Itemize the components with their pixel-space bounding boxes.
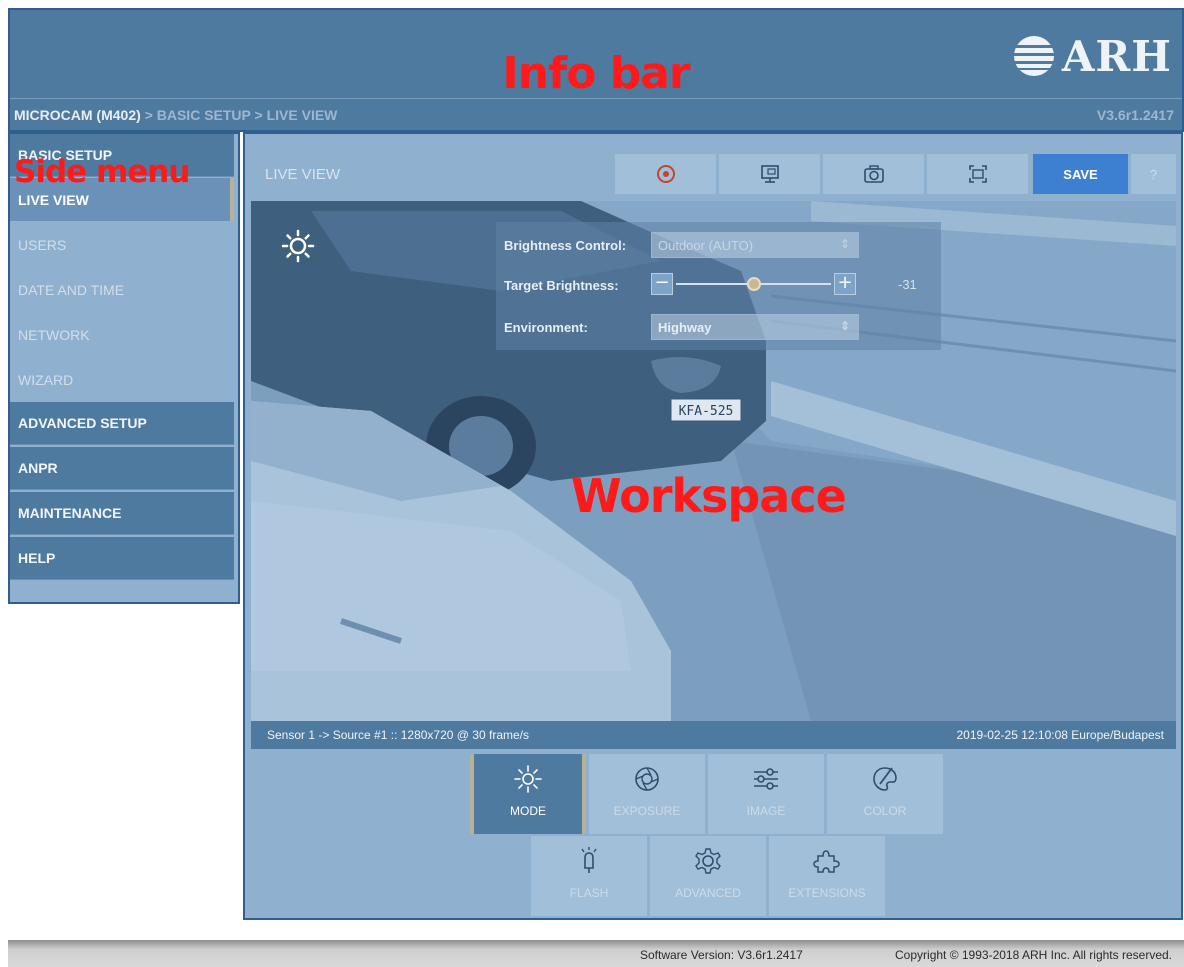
puzzle-icon	[813, 850, 840, 873]
copyright: Copyright © 1993-2018 ARH Inc. All right…	[895, 948, 1172, 962]
info-bar-divider	[10, 98, 1182, 99]
record-button[interactable]	[614, 154, 716, 194]
brightness-control-label: Brightness Control:	[504, 238, 627, 253]
breadcrumb-section[interactable]: BASIC SETUP	[157, 107, 251, 123]
target-brightness-value: -31	[898, 277, 917, 292]
sidebar-item-users[interactable]: USERS	[10, 223, 234, 266]
mode-button-label: MODE	[510, 804, 546, 818]
brightness-control-icon[interactable]	[281, 229, 315, 263]
display-button[interactable]	[718, 154, 820, 194]
display-icon	[760, 165, 779, 183]
advanced-button-label: ADVANCED	[675, 886, 741, 900]
stream-info: Sensor 1 -> Source #1 :: 1280x720 @ 30 f…	[267, 728, 529, 742]
logo: ARH	[1011, 28, 1172, 84]
image-button-label: IMAGE	[746, 804, 786, 818]
save-button[interactable]: SAVE	[1032, 154, 1128, 194]
flash-button-label: FLASH	[569, 886, 609, 900]
environment-select[interactable]: Highway ⇕	[651, 314, 859, 340]
software-version: Software Version: V3.6r1.2417	[640, 948, 803, 962]
sidebar-item-wizard[interactable]: WIZARD	[10, 358, 234, 401]
version-label: V3.6r1.2417	[1096, 107, 1174, 123]
color-button[interactable]: COLOR	[827, 754, 943, 834]
brightness-increase-button[interactable]: +	[834, 273, 856, 295]
sidebar-item-network[interactable]: NETWORK	[10, 313, 234, 356]
brightness-control-value: Outdoor (AUTO)	[658, 237, 754, 253]
fullscreen-icon	[968, 165, 987, 183]
flash-button[interactable]: FLASH	[531, 836, 647, 916]
logo-text: ARH	[1061, 31, 1172, 81]
sidebar-item-help[interactable]: HELP	[10, 537, 234, 580]
image-button[interactable]: IMAGE	[708, 754, 824, 834]
sidebar-item-anpr[interactable]: ANPR	[10, 447, 234, 490]
select-arrow-icon: ⇕	[839, 319, 850, 333]
sidebar-item-maintenance[interactable]: MAINTENANCE	[10, 492, 234, 535]
environment-value: Highway	[658, 319, 712, 335]
exposure-button[interactable]: EXPOSURE	[589, 754, 705, 834]
brightness-settings-panel: Brightness Control: Outdoor (AUTO) ⇕ Tar…	[496, 222, 941, 350]
brightness-control-select[interactable]: Outdoor (AUTO) ⇕	[651, 232, 859, 258]
breadcrumb-device[interactable]: MICROCAM (M402)	[14, 107, 141, 123]
target-brightness-slider-handle[interactable]	[746, 277, 761, 291]
aperture-icon	[635, 767, 659, 791]
snapshot-button[interactable]	[822, 154, 924, 194]
help-button[interactable]: ?	[1130, 154, 1176, 194]
breadcrumb-page: LIVE VIEW	[266, 107, 338, 123]
breadcrumb: MICROCAM (M402) > BASIC SETUP > LIVE VIE…	[14, 107, 337, 123]
info-bar-annotation: Info bar	[502, 48, 690, 99]
fullscreen-button[interactable]	[926, 154, 1028, 194]
side-menu-annotation: Side menu	[14, 154, 190, 190]
workspace-annotation: Workspace	[571, 469, 847, 523]
brightness-decrease-button[interactable]: −	[651, 273, 673, 295]
extensions-button-label: EXTENSIONS	[788, 886, 866, 900]
breadcrumb-separator: >	[144, 107, 153, 123]
toolbar: LIVE VIEW SAVE ?	[251, 154, 1176, 194]
flash-icon	[581, 847, 597, 873]
camera-icon	[863, 165, 884, 183]
video-status-bar: Sensor 1 -> Source #1 :: 1280x720 @ 30 f…	[251, 721, 1176, 749]
exposure-button-label: EXPOSURE	[613, 804, 681, 818]
brightness-icon	[514, 765, 542, 793]
live-video-view[interactable]: KFA-525 Brightness Control: Outdoor (AUT…	[251, 201, 1176, 721]
target-brightness-label: Target Brightness:	[504, 278, 619, 293]
sidebar-item-advanced-setup[interactable]: ADVANCED SETUP	[10, 402, 234, 445]
palette-icon	[873, 767, 897, 791]
advanced-button[interactable]: ADVANCED	[650, 836, 766, 916]
workspace: LIVE VIEW SAVE ? KFA-525 Brightness Cont…	[243, 132, 1183, 920]
select-arrow-icon: ⇕	[839, 237, 850, 251]
side-menu: BASIC SETUP LIVE VIEW USERS DATE AND TIM…	[8, 132, 240, 604]
footer: Software Version: V3.6r1.2417 Copyright …	[8, 940, 1184, 967]
timestamp: 2019-02-25 12:10:08 Europe/Budapest	[956, 728, 1165, 742]
record-icon	[656, 165, 675, 183]
mode-button[interactable]: MODE	[470, 754, 586, 834]
extensions-button[interactable]: EXTENSIONS	[769, 836, 885, 916]
info-bar: Info bar ARH MICROCAM (M402) > BASIC SET…	[8, 8, 1184, 132]
license-plate-text: KFA-525	[679, 404, 734, 419]
sliders-icon	[754, 768, 778, 790]
breadcrumb-separator: >	[254, 107, 263, 123]
sidebar-item-date-and-time[interactable]: DATE AND TIME	[10, 268, 234, 311]
toolbar-title: LIVE VIEW	[265, 166, 341, 183]
globe-logo-icon	[1011, 36, 1056, 76]
environment-label: Environment:	[504, 320, 588, 335]
gear-icon	[695, 848, 721, 874]
color-button-label: COLOR	[863, 804, 907, 818]
